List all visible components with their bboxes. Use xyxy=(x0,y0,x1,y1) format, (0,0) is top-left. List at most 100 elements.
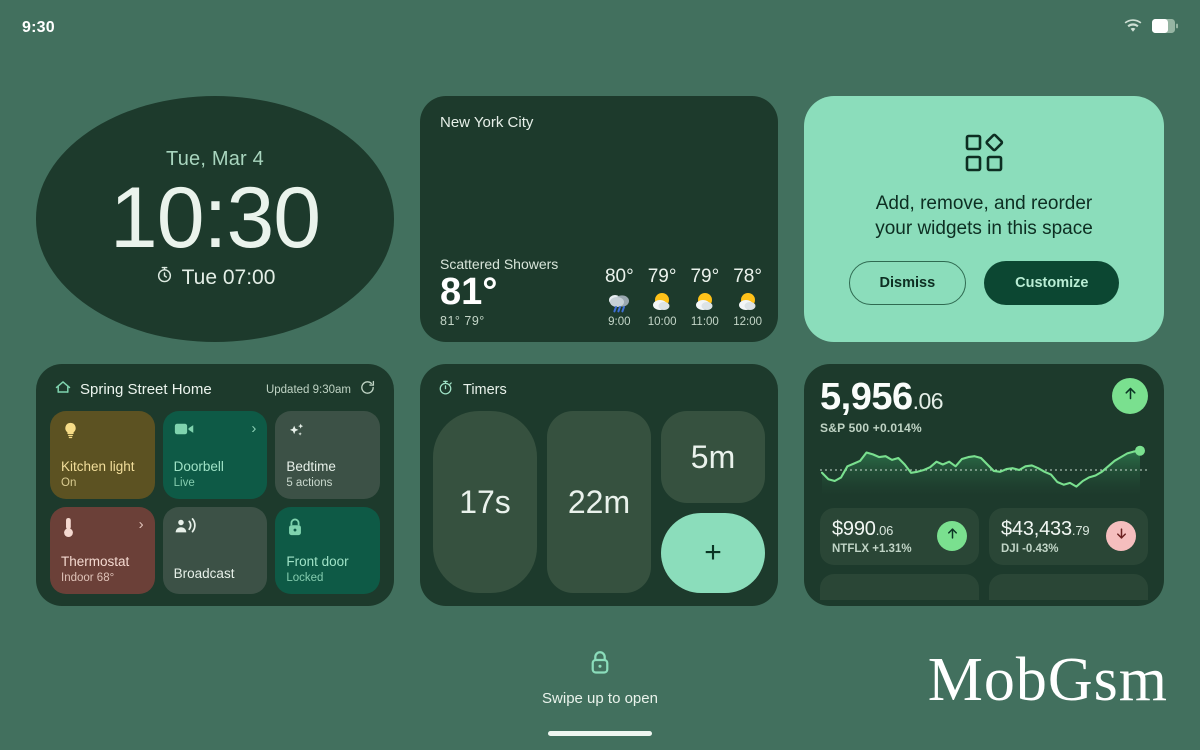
weather-widget[interactable]: New York City Scattered Showers 81° 81° … xyxy=(420,96,778,342)
stocks-sparkline-chart xyxy=(820,444,1148,496)
watermark: MobGsm xyxy=(927,646,1168,714)
tile-icon-row xyxy=(286,421,369,459)
weather-hour-item: 80° 9:00 xyxy=(605,266,634,328)
timer-card[interactable]: 22m xyxy=(547,411,651,593)
video-camera-icon xyxy=(174,421,195,442)
hour-time: 9:00 xyxy=(608,316,631,328)
weather-hourly-list: 80° 9:00 79° 10:00 79° 11:00 78° 12:00 xyxy=(605,266,762,328)
dismiss-button[interactable]: Dismiss xyxy=(848,260,967,305)
home-tile-kitchen-light[interactable]: Kitchen light On xyxy=(50,411,155,499)
weather-hour-item: 78° 12:00 xyxy=(733,266,762,328)
stock-card-peek[interactable] xyxy=(820,573,979,600)
hour-temp: 78° xyxy=(733,266,762,287)
tile-label: Broadcast xyxy=(173,566,235,582)
house-icon xyxy=(54,378,72,401)
timer-icon xyxy=(437,379,454,401)
sparkles-icon xyxy=(286,421,307,446)
stocks-index-value: 5,956.06 xyxy=(820,377,944,418)
status-bar: 9:30 xyxy=(0,0,1200,56)
weather-hour-item: 79° 10:00 xyxy=(648,266,677,328)
tile-icon-row xyxy=(286,517,369,555)
sun-behind-cloud-icon xyxy=(735,291,761,313)
timers-list: 17s 22m 5m + xyxy=(433,411,765,593)
weather-current: Scattered Showers 81° 81° 79° xyxy=(440,256,558,328)
add-timer-button[interactable]: + xyxy=(661,513,765,593)
customize-actions: Dismiss Customize xyxy=(848,260,1120,305)
stock-ticker-change: NTFLX +1.31% xyxy=(832,542,912,555)
clock-widget[interactable]: Tue, Mar 4 10:30 Tue 07:00 xyxy=(36,96,394,342)
weather-hour-item: 79° 11:00 xyxy=(690,266,719,328)
weather-city: New York City xyxy=(440,114,534,131)
stock-card-ntflx[interactable]: $990.06 NTFLX +1.31% xyxy=(820,507,979,565)
clock-time: 10:30 xyxy=(109,169,321,266)
tile-label: Kitchen light xyxy=(61,458,135,474)
widgets-grid-icon xyxy=(964,133,1004,178)
refresh-icon[interactable] xyxy=(359,379,376,401)
arrow-down-icon xyxy=(1114,526,1129,546)
timers-widget: Timers 17s 22m 5m + xyxy=(420,364,778,606)
thermometer-icon xyxy=(61,517,76,543)
index-trend-up-badge xyxy=(1112,378,1148,414)
home-tile-front-door[interactable]: Front door Locked xyxy=(275,506,380,594)
home-controls-widget: Spring Street Home Updated 9:30am Kitche… xyxy=(36,364,394,606)
status-bar-icons xyxy=(1124,18,1178,38)
stocks-widget: 5,956.06 S&P 500 +0.014% $990.06 NTFLX +… xyxy=(804,364,1164,606)
home-updated-label: Updated 9:30am xyxy=(265,383,351,396)
widget-grid: Tue, Mar 4 10:30 Tue 07:00 New York City xyxy=(36,96,1166,606)
home-name: Spring Street Home xyxy=(80,381,212,398)
widget-row-2: Spring Street Home Updated 9:30am Kitche… xyxy=(36,364,1166,606)
home-tile-bedtime[interactable]: Bedtime 5 actions xyxy=(275,411,380,499)
stock-card-peek[interactable] xyxy=(989,573,1148,600)
lock-icon[interactable] xyxy=(588,649,612,681)
swipe-hint-label: Swipe up to open xyxy=(542,690,658,707)
timer-card[interactable]: 17s xyxy=(433,411,537,593)
home-tile-doorbell[interactable]: › Doorbell Live xyxy=(162,411,268,499)
clock-date: Tue, Mar 4 xyxy=(166,147,264,170)
tile-label: Doorbell xyxy=(173,458,224,474)
stocks-cards-peek-row xyxy=(820,573,1148,600)
home-tile-thermostat[interactable]: › Thermostat Indoor 68° xyxy=(50,506,155,594)
timers-title: Timers xyxy=(463,382,507,398)
stock-card-text: $990.06 NTFLX +1.31% xyxy=(832,518,912,555)
customize-message: Add, remove, and reorder your widgets in… xyxy=(875,192,1093,241)
rain-cloud-icon xyxy=(606,291,632,313)
tile-label: Thermostat xyxy=(61,554,130,570)
tile-icon-row: › xyxy=(61,517,144,555)
chevron-right-icon[interactable]: › xyxy=(139,517,144,532)
weather-condition: Scattered Showers xyxy=(440,256,559,272)
widget-row-1: Tue, Mar 4 10:30 Tue 07:00 New York City xyxy=(36,96,1166,342)
sparkline-end-marker xyxy=(1135,445,1145,456)
tile-icon-row xyxy=(61,421,144,459)
alarm-clock-icon xyxy=(155,265,174,290)
weather-detail: Scattered Showers 81° 81° 79° 80° 9:00 7… xyxy=(440,256,762,328)
tile-status: 5 actions xyxy=(286,476,333,489)
home-tile-broadcast[interactable]: Broadcast xyxy=(162,506,268,594)
hour-temp: 80° xyxy=(604,266,634,287)
weather-high-low: 81° 79° xyxy=(440,314,485,328)
timer-card[interactable]: 5m xyxy=(661,411,765,503)
stock-trend-down-badge xyxy=(1106,521,1136,552)
chevron-right-icon[interactable]: › xyxy=(251,421,256,436)
tile-status: Live xyxy=(173,476,195,489)
arrow-up-icon xyxy=(1122,385,1139,407)
lockscreen-root: 9:30 Tue, Mar 4 10:30 Tue 07:00 New York… xyxy=(0,0,1200,750)
clock-alarm: Tue 07:00 xyxy=(155,265,276,290)
arrow-up-icon xyxy=(945,526,960,546)
home-indicator[interactable] xyxy=(548,731,652,736)
customize-message-line1: Add, remove, and reorder xyxy=(875,193,1093,215)
hour-temp: 79° xyxy=(690,266,720,287)
sparkline-svg xyxy=(820,445,1148,496)
customize-message-line2: your widgets in this space xyxy=(875,217,1093,239)
customize-button[interactable]: Customize xyxy=(984,260,1120,305)
alarm-time: Tue 07:00 xyxy=(181,265,276,289)
stock-trend-up-badge xyxy=(937,521,967,552)
timer-column: 5m + xyxy=(661,411,765,593)
stocks-cards-row: $990.06 NTFLX +1.31% $43,433.79 DJI -0.4… xyxy=(820,507,1148,565)
stock-card-dji[interactable]: $43,433.79 DJI -0.43% xyxy=(989,507,1148,565)
tile-status: Locked xyxy=(286,572,324,584)
stocks-index-label: S&P 500 +0.014% xyxy=(820,420,922,435)
hour-time: 12:00 xyxy=(733,316,762,328)
wifi-icon xyxy=(1124,18,1142,38)
stock-price: $990.06 xyxy=(832,518,912,541)
tile-label: Bedtime xyxy=(286,458,336,474)
